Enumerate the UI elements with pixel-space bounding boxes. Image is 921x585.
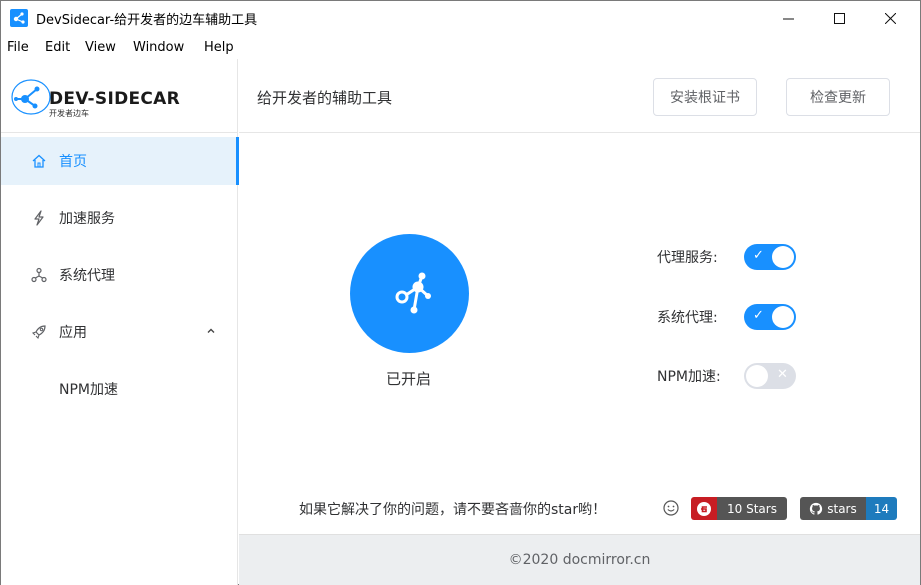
check-icon: ✓ [753, 248, 764, 263]
maximize-button[interactable] [816, 1, 862, 35]
footer: ©2020 docmirror.cn [239, 534, 920, 585]
switch-knob [746, 365, 768, 387]
logo: DEV-SIDECAR 开发者边车 [1, 59, 238, 133]
check-update-button[interactable]: 检查更新 [786, 78, 890, 116]
main-content: 已开启 代理服务: ✓ 系统代理: ✓ NPM加速: ✕ 如果它解决了你的问题，… [239, 134, 920, 534]
sidebar-item-label: NPM加速 [59, 382, 118, 398]
npm-speed-switch[interactable]: ✕ [744, 363, 796, 389]
check-icon: ✓ [753, 308, 764, 323]
chevron-up-icon [206, 326, 216, 339]
switch-knob [772, 246, 794, 268]
smile-icon [663, 500, 679, 516]
github-badge-label: stars [827, 501, 857, 516]
minimize-icon [782, 18, 794, 19]
gitee-stars-badge[interactable]: 10 Stars [691, 497, 787, 520]
menu-view[interactable]: View [85, 40, 116, 55]
proxy-service-switch[interactable]: ✓ [744, 244, 796, 270]
star-message: 如果它解决了你的问题，请不要吝啬你的star哟！ [299, 502, 607, 518]
footer-copyright: ©2020 docmirror.cn [508, 552, 651, 568]
gitee-icon [691, 497, 717, 520]
github-stars-badge[interactable]: stars 14 [800, 497, 897, 520]
sidebar-item-label: 首页 [59, 154, 87, 170]
home-icon [31, 153, 47, 169]
maximize-icon [833, 12, 845, 24]
network-icon [31, 267, 47, 283]
switch-label: 代理服务: [657, 250, 718, 266]
gitee-stars-count: 10 Stars [717, 497, 787, 520]
header: 给开发者的辅助工具 安装根证书 检查更新 [239, 59, 920, 133]
sidebar-item-home[interactable]: 首页 [1, 137, 239, 185]
sidebar: DEV-SIDECAR 开发者边车 首页 加速服务 系统代理 应用 NPM加速 [1, 59, 239, 585]
lightning-icon [31, 210, 47, 226]
switch-label: NPM加速: [657, 369, 721, 385]
github-icon [810, 502, 823, 515]
app-icon [10, 9, 28, 27]
app-window: DevSidecar-给开发者的边车辅助工具 File Edit View Wi… [0, 0, 921, 585]
minimize-button[interactable] [765, 1, 811, 35]
menu-file[interactable]: File [7, 40, 29, 55]
title-bar: DevSidecar-给开发者的边车辅助工具 [1, 1, 920, 35]
switch-knob [772, 306, 794, 328]
menu-help[interactable]: Help [204, 40, 234, 55]
close-icon [884, 12, 896, 24]
sidebar-item-apps[interactable]: 应用 [1, 308, 238, 356]
sidebar-item-speed[interactable]: 加速服务 [1, 194, 238, 242]
install-cert-button[interactable]: 安装根证书 [653, 78, 757, 116]
sidebar-item-npm[interactable]: NPM加速 [1, 365, 238, 413]
github-stars-count: 14 [866, 497, 897, 520]
close-button[interactable] [867, 1, 913, 35]
logo-subtitle: 开发者边车 [49, 109, 89, 118]
menu-window[interactable]: Window [133, 40, 184, 55]
hub-icon [395, 272, 431, 313]
rocket-icon [31, 324, 47, 340]
logo-title: DEV-SIDECAR [49, 89, 181, 109]
proxy-toggle-button[interactable] [350, 234, 469, 353]
sidebar-item-label: 系统代理 [59, 268, 115, 284]
page-title: 给开发者的辅助工具 [257, 89, 393, 107]
switch-label: 系统代理: [657, 310, 718, 326]
sidebar-item-label: 应用 [59, 325, 87, 341]
sidebar-item-label: 加速服务 [59, 211, 115, 227]
sidebar-item-proxy[interactable]: 系统代理 [1, 251, 238, 299]
menu-edit[interactable]: Edit [45, 40, 70, 55]
x-icon: ✕ [777, 367, 788, 382]
logo-icon [11, 79, 51, 115]
status-label: 已开启 [386, 370, 432, 388]
system-proxy-switch[interactable]: ✓ [744, 304, 796, 330]
window-title: DevSidecar-给开发者的边车辅助工具 [36, 13, 258, 28]
